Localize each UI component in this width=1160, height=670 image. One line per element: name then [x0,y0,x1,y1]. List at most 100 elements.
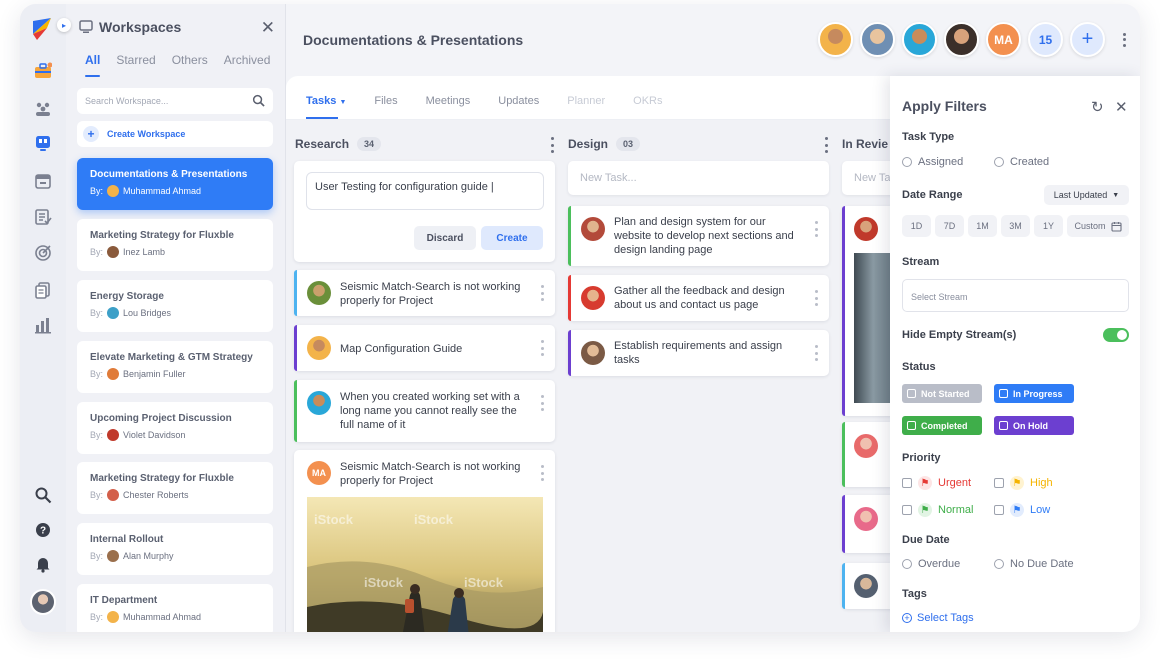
task-card-with-image[interactable]: MA Seismic Match-Search is not working p… [294,450,555,632]
radio-label: Created [1010,156,1050,168]
search-icon[interactable] [32,484,54,506]
tab-archived[interactable]: Archived [224,53,271,67]
priority-normal[interactable]: ⚑ Normal [902,503,973,517]
plus-circle-icon: + [902,613,912,623]
create-workspace-button[interactable]: + Create Workspace [77,121,273,147]
notifications-bell-icon[interactable] [32,553,54,575]
team-icon[interactable] [32,98,54,120]
more-options-icon[interactable] [1118,30,1130,50]
task-card[interactable]: When you created working set with a long… [294,380,555,442]
task-card[interactable]: Plan and design system for our website t… [568,206,829,266]
workspace-item[interactable]: Energy Storage By: Lou Bridges [77,280,273,332]
radio-overdue[interactable]: Overdue [902,558,960,570]
add-member-button[interactable]: + [1070,22,1105,57]
assignee-avatar [854,434,878,458]
radio-assigned[interactable]: Assigned [902,156,963,168]
tab-others[interactable]: Others [172,53,208,67]
priority-urgent[interactable]: ⚑ Urgent [902,476,971,490]
card-menu-icon[interactable] [815,221,819,237]
workspace-item[interactable]: Documentations & Presentations By: Muhamm… [77,158,273,210]
tab-planner[interactable]: Planner [567,95,605,107]
workspace-item-owner: By: Chester Roberts [90,489,260,501]
priority-high[interactable]: ⚑ High [994,476,1053,490]
tab-okrs[interactable]: OKRs [633,95,662,107]
status-on-hold[interactable]: On Hold [994,416,1074,435]
workspace-item[interactable]: Elevate Marketing & GTM Strategy By: Benj… [77,341,273,393]
by-label: By: [90,369,104,379]
column-header-research: Research 34 [295,137,382,151]
sort-dropdown[interactable]: Last Updated ▼ [1044,185,1129,205]
card-menu-icon[interactable] [815,345,819,361]
calendar-icon[interactable] [32,170,54,192]
tab-updates[interactable]: Updates [498,95,539,107]
expand-rail-icon[interactable]: ▸ [57,18,71,32]
card-menu-icon[interactable] [541,465,545,481]
workspace-board-icon[interactable] [32,132,54,154]
workspace-item[interactable]: Internal Rollout By: Alan Murphy [77,523,273,575]
close-icon[interactable]: ✕ [1115,98,1128,116]
radio-created[interactable]: Created [994,156,1049,168]
date-pill-3m[interactable]: 3M [1001,215,1030,237]
date-pill-custom[interactable]: Custom [1067,215,1129,237]
tab-files[interactable]: Files [374,95,397,107]
task-title: Seismic Match-Search is not working prop… [340,461,521,487]
reset-icon[interactable]: ↻ [1091,98,1104,116]
briefcase-icon[interactable] [32,60,54,82]
help-icon[interactable]: ? [32,519,54,541]
workspace-item[interactable]: IT Department By: Muhammad Ahmad [77,584,273,632]
assignee-avatar [307,391,331,415]
member-avatar[interactable] [860,22,895,57]
status-in-progress[interactable]: In Progress [994,384,1074,403]
date-pill-1y[interactable]: 1Y [1034,215,1063,237]
new-task-input[interactable]: New Task... [568,161,829,195]
card-menu-icon[interactable] [541,285,545,301]
assignee-avatar [307,281,331,305]
member-avatar[interactable] [902,22,937,57]
workspace-item[interactable]: Upcoming Project Discussion By: Violet Da… [77,402,273,454]
member-avatar-initials[interactable]: MA [986,22,1021,57]
close-icon[interactable]: ✕ [261,18,275,38]
hide-empty-streams-label: Hide Empty Stream(s) [902,329,1017,341]
app-logo-icon[interactable] [33,18,53,40]
workspace-item[interactable]: Marketing Strategy for Fluxble By: Cheste… [77,462,273,514]
reports-chart-icon[interactable] [32,314,54,336]
member-avatar[interactable] [944,22,979,57]
status-not-started[interactable]: Not Started [902,384,982,403]
checklist-icon[interactable] [32,206,54,228]
workspace-item[interactable]: Marketing Strategy for Fluxble By: Inez L… [77,219,273,271]
tab-tasks[interactable]: Tasks ▼ [306,95,346,119]
goals-target-icon[interactable] [32,242,54,264]
date-pill-1m[interactable]: 1M [968,215,997,237]
tab-meetings[interactable]: Meetings [426,95,471,107]
date-pill-7d[interactable]: 7D [935,215,964,237]
tab-starred[interactable]: Starred [116,53,155,67]
radio-no-due-date[interactable]: No Due Date [994,558,1074,570]
date-pill-1d[interactable]: 1D [902,215,931,237]
workspace-search-input[interactable]: Search Workspace... [77,88,273,114]
column-menu-icon[interactable] [825,137,829,153]
task-card[interactable]: Seismic Match-Search is not working prop… [294,270,555,316]
hide-empty-streams-toggle[interactable] [1103,328,1129,342]
member-count-badge[interactable]: 15 [1028,22,1063,57]
user-avatar[interactable] [30,589,56,615]
task-card[interactable]: Map Configuration Guide [294,325,555,371]
documents-icon[interactable] [32,279,54,301]
tab-all[interactable]: All [85,53,101,77]
card-menu-icon[interactable] [541,395,545,411]
task-name-input[interactable]: User Testing for configuration guide | [306,172,544,210]
create-button[interactable]: Create [481,226,543,250]
card-menu-icon[interactable] [541,340,545,356]
priority-low[interactable]: ⚑ Low [994,503,1050,517]
select-tags-button[interactable]: + Select Tags [902,612,974,624]
discard-button[interactable]: Discard [414,226,476,250]
checkbox-icon [907,421,916,430]
task-card[interactable]: Establish requirements and assign tasks [568,330,829,376]
column-menu-icon[interactable] [551,137,555,153]
by-label: By: [90,430,104,440]
select-stream-input[interactable]: Select Stream [902,279,1129,312]
status-completed[interactable]: Completed [902,416,982,435]
task-card[interactable]: Gather all the feedback and design about… [568,275,829,321]
image-watermark: iStock [464,575,504,590]
member-avatar[interactable] [818,22,853,57]
card-menu-icon[interactable] [815,290,819,306]
